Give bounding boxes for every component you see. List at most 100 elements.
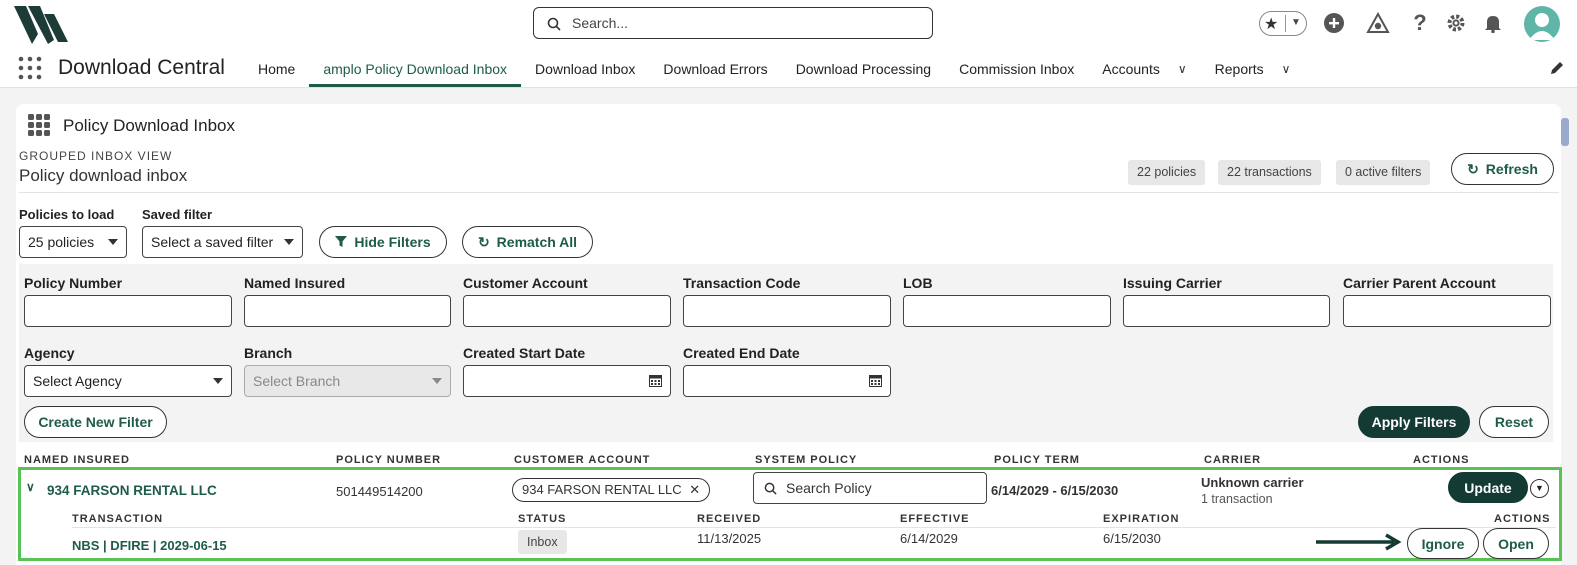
scrollbar[interactable] <box>1561 118 1569 146</box>
created-start-date-input[interactable] <box>463 365 671 397</box>
view-eyebrow: GROUPED INBOX VIEW <box>19 149 173 163</box>
cloud-icon[interactable] <box>1366 11 1390 35</box>
sub-header-actions: ACTIONS <box>1494 513 1551 525</box>
created-end-date-label: Created End Date <box>683 345 800 361</box>
tab-home[interactable]: Home <box>244 50 309 88</box>
issuing-carrier-input[interactable] <box>1123 295 1330 327</box>
sub-header-effective: EFFECTIVE <box>900 513 970 525</box>
reset-button[interactable]: Reset <box>1479 406 1549 438</box>
chevron-down-icon <box>108 239 118 245</box>
policies-count-badge: 22 policies <box>1128 160 1206 185</box>
sub-header-received: RECEIVED <box>697 513 762 525</box>
app-launcher-icon[interactable] <box>18 56 42 80</box>
refresh-label: Refresh <box>1485 161 1538 177</box>
column-header-policy-number: POLICY NUMBER <box>336 454 442 466</box>
ignore-label: Ignore <box>1421 535 1465 552</box>
rematch-all-button[interactable]: ↻ Rematch All <box>462 226 593 258</box>
add-icon[interactable] <box>1322 11 1346 35</box>
transactions-count-badge: 22 transactions <box>1218 160 1321 185</box>
carrier-parent-account-label: Carrier Parent Account <box>1343 275 1496 291</box>
app-title: Download Central <box>58 56 225 79</box>
filter-panel: Policy Number Named Insured Customer Acc… <box>19 264 1553 442</box>
tab-download-errors[interactable]: Download Errors <box>649 50 781 88</box>
customer-account-input[interactable] <box>463 295 671 327</box>
header-divider <box>19 192 1559 193</box>
customer-account-chip[interactable]: 934 FARSON RENTAL LLC ✕ <box>512 478 711 502</box>
branch-label: Branch <box>244 345 293 361</box>
refresh-button[interactable]: ↻ Refresh <box>1451 153 1554 185</box>
effective-value: 6/14/2029 <box>900 531 958 546</box>
customer-account-value: 934 FARSON RENTAL LLC <box>522 482 682 497</box>
create-new-filter-label: Create New Filter <box>38 414 153 430</box>
tab-commission-inbox[interactable]: Commission Inbox <box>945 50 1088 88</box>
calendar-icon[interactable] <box>649 374 662 387</box>
created-end-date-input[interactable] <box>683 365 891 397</box>
column-header-carrier: CARRIER <box>1204 454 1262 466</box>
agency-select[interactable]: Select Agency <box>24 365 232 397</box>
tab-amplo-policy-download-inbox[interactable]: amplo Policy Download Inbox <box>309 50 521 88</box>
column-header-system-policy: SYSTEM POLICY <box>755 454 858 466</box>
tab-download-processing[interactable]: Download Processing <box>782 50 945 88</box>
open-button[interactable]: Open <box>1483 528 1549 559</box>
transaction-count: 1 transaction <box>1201 492 1273 506</box>
tab-label: amplo Policy Download Inbox <box>323 61 508 77</box>
grid-icon <box>28 114 50 136</box>
ignore-button[interactable]: Ignore <box>1407 528 1479 559</box>
tab-download-inbox[interactable]: Download Inbox <box>521 50 649 88</box>
status-badge: Inbox <box>518 530 567 554</box>
arrow-right-icon <box>1316 533 1402 551</box>
agency-label: Agency <box>24 345 75 361</box>
tab-accounts[interactable]: Accounts ∨ <box>1088 50 1200 88</box>
search-placeholder: Search... <box>572 15 629 31</box>
refresh-icon: ↻ <box>1467 160 1479 177</box>
lob-input[interactable] <box>903 295 1111 327</box>
favorites-button[interactable]: ★ ▼ <box>1259 11 1307 36</box>
named-insured-link[interactable]: 934 FARSON RENTAL LLC <box>47 483 217 498</box>
policies-to-load-select[interactable]: 25 policies <box>19 226 127 258</box>
active-filters-badge: 0 active filters <box>1336 160 1431 185</box>
bell-icon[interactable] <box>1481 11 1505 35</box>
create-new-filter-button[interactable]: Create New Filter <box>24 406 167 438</box>
help-icon[interactable]: ? <box>1408 10 1432 35</box>
policy-number-label: Policy Number <box>24 275 123 291</box>
tab-label: Commission Inbox <box>959 61 1075 77</box>
policies-to-load-value: 25 policies <box>28 234 95 250</box>
transaction-link[interactable]: NBS | DFIRE | 2029-06-15 <box>72 538 227 553</box>
branch-value: Select Branch <box>253 373 341 389</box>
policy-number-input[interactable] <box>24 295 232 327</box>
favorites-divider <box>1285 15 1286 32</box>
tab-label: Download Errors <box>663 61 768 77</box>
tab-label: Download Processing <box>795 61 932 77</box>
chevron-down-icon[interactable]: ∨ <box>26 480 35 494</box>
tab-reports[interactable]: Reports ∨ <box>1201 50 1305 88</box>
hide-filters-button[interactable]: Hide Filters <box>319 226 447 258</box>
avatar[interactable] <box>1524 6 1560 42</box>
gear-icon[interactable] <box>1444 11 1468 35</box>
reset-label: Reset <box>1494 414 1534 430</box>
calendar-icon[interactable] <box>869 374 882 387</box>
main-nav: Home amplo Policy Download Inbox Downloa… <box>244 50 1304 88</box>
company-logo[interactable] <box>14 4 70 44</box>
tab-label: Accounts <box>1102 61 1160 77</box>
carrier-parent-account-input[interactable] <box>1343 295 1551 327</box>
branch-select[interactable]: Select Branch <box>244 365 451 397</box>
system-policy-search-input[interactable]: Search Policy <box>753 472 987 504</box>
policy-number-value: 501449514200 <box>336 484 423 499</box>
named-insured-input[interactable] <box>244 295 451 327</box>
pencil-icon[interactable] <box>1549 60 1565 76</box>
created-start-date-label: Created Start Date <box>463 345 586 361</box>
column-header-actions: ACTIONS <box>1413 454 1470 466</box>
saved-filter-select[interactable]: Select a saved filter <box>142 226 303 258</box>
close-icon[interactable]: ✕ <box>689 482 700 497</box>
top-bar: Search... ★ ▼ ? Download Central Home am… <box>0 0 1577 88</box>
global-search-input[interactable]: Search... <box>533 7 933 39</box>
filter-icon <box>335 236 348 247</box>
policies-to-load-label: Policies to load <box>19 207 115 222</box>
issuing-carrier-label: Issuing Carrier <box>1123 275 1222 291</box>
transaction-code-input[interactable] <box>683 295 891 327</box>
update-button[interactable]: Update <box>1448 472 1528 503</box>
card-title: Policy Download Inbox <box>63 116 235 135</box>
update-menu-button[interactable]: ▼ <box>1530 479 1549 498</box>
chevron-down-icon <box>284 239 294 245</box>
apply-filters-button[interactable]: Apply Filters <box>1358 406 1470 438</box>
